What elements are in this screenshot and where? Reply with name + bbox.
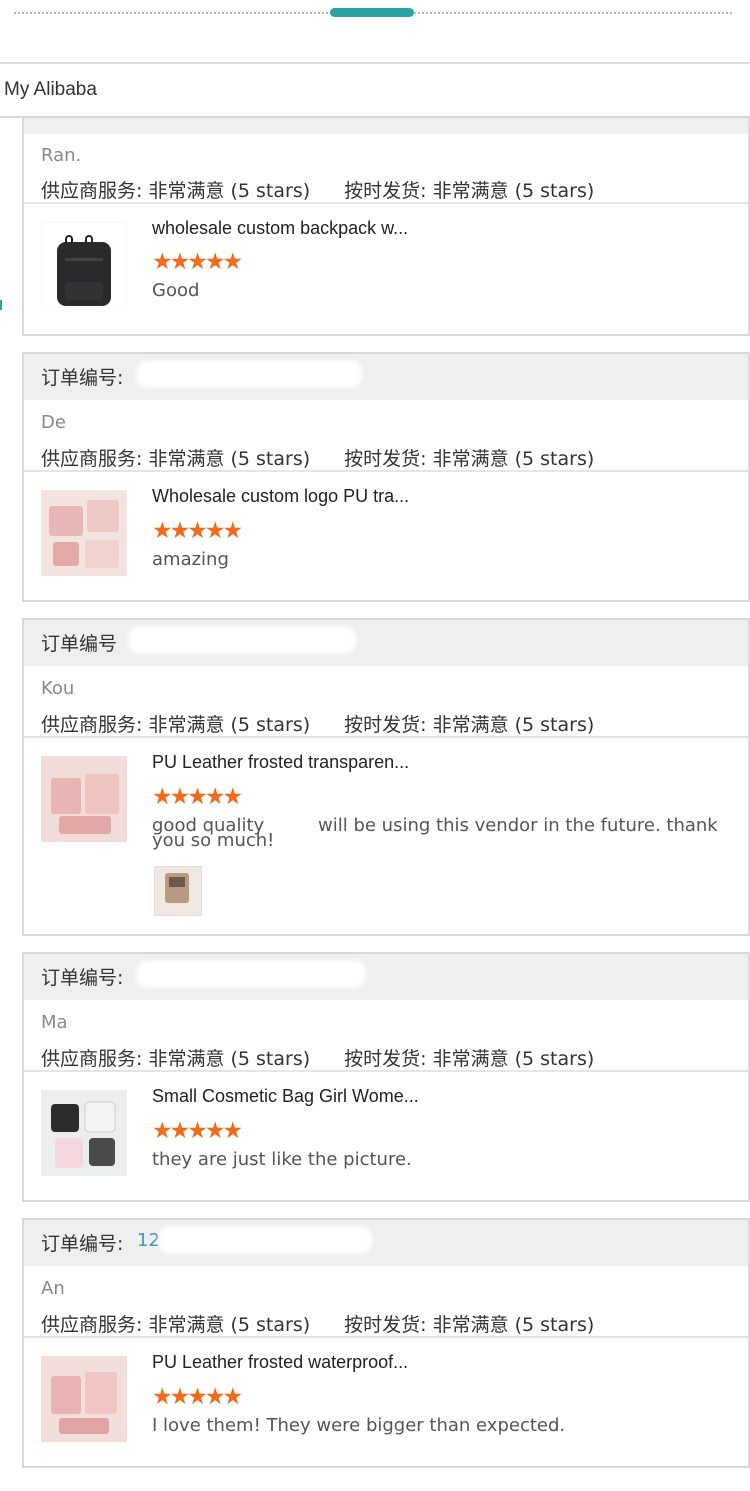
supplier-service-rating: 供应商服务: 非常满意 (5 stars)	[41, 714, 311, 736]
order-number-label: 订单编号	[41, 633, 118, 655]
rating-summary: 供应商服务: 非常满意 (5 stars) 按时发货: 非常满意 (5 stars…	[41, 1044, 594, 1071]
product-name[interactable]: Wholesale custom logo PU tra...	[152, 486, 409, 507]
product-thumbnail[interactable]	[41, 490, 127, 576]
product-name[interactable]: Small Cosmetic Bag Girl Wome...	[152, 1086, 419, 1107]
divider	[24, 470, 748, 472]
divider	[24, 202, 748, 204]
review-comment-part-3: you so much!	[152, 830, 275, 851]
review-comment: I love them! They were bigger than expec…	[152, 1415, 566, 1436]
star-rating: ★★★★★	[152, 249, 243, 275]
page-header: My Alibaba	[0, 64, 750, 118]
review-comment: they are just like the picture.	[152, 1149, 412, 1170]
review-card: Ran. 供应商服务: 非常满意 (5 stars) 按时发货: 非常满意 (5 …	[22, 118, 750, 336]
redaction	[136, 360, 362, 388]
on-time-rating: 按时发货: 非常满意 (5 stars)	[344, 180, 595, 202]
redaction	[158, 1226, 372, 1254]
review-comment: Good	[152, 280, 200, 301]
rating-summary: 供应商服务: 非常满意 (5 stars) 按时发货: 非常满意 (5 stars…	[41, 176, 594, 203]
product-thumbnail[interactable]	[41, 1090, 127, 1176]
left-accent-mark	[0, 300, 2, 310]
star-rating: ★★★★★	[152, 518, 243, 544]
star-rating: ★★★★★	[152, 1384, 243, 1410]
review-card: 订单编号: 12 An 供应商服务: 非常满意 (5 stars) 按时发货: 非…	[22, 1218, 750, 1468]
review-card: 订单编号 Kou 供应商服务: 非常满意 (5 stars) 按时发货: 非常满意…	[22, 618, 750, 936]
order-number-label: 订单编号:	[41, 967, 124, 989]
card-header	[24, 118, 748, 134]
on-time-rating: 按时发货: 非常满意 (5 stars)	[344, 1048, 595, 1070]
card-header: 订单编号:	[24, 354, 748, 400]
review-photo[interactable]	[154, 866, 202, 916]
buyer-name: Kou	[41, 678, 75, 699]
left-rail	[0, 118, 22, 1491]
supplier-service-rating: 供应商服务: 非常满意 (5 stars)	[41, 1048, 311, 1070]
review-card: 订单编号: Ma 供应商服务: 非常满意 (5 stars) 按时发货: 非常满意…	[22, 952, 750, 1202]
card-header: 订单编号	[24, 620, 748, 666]
rating-summary: 供应商服务: 非常满意 (5 stars) 按时发货: 非常满意 (5 stars…	[41, 444, 594, 471]
product-name[interactable]: PU Leather frosted waterproof...	[152, 1352, 408, 1373]
buyer-name: Ran.	[41, 145, 82, 166]
star-rating: ★★★★★	[152, 1118, 243, 1144]
card-header: 订单编号: 12	[24, 1220, 748, 1266]
buyer-name: An	[41, 1278, 65, 1299]
rating-summary: 供应商服务: 非常满意 (5 stars) 按时发货: 非常满意 (5 stars…	[41, 710, 594, 737]
supplier-service-rating: 供应商服务: 非常满意 (5 stars)	[41, 180, 311, 202]
divider	[24, 736, 748, 738]
product-name[interactable]: wholesale custom backpack w...	[152, 218, 408, 239]
divider	[24, 1336, 748, 1338]
review-comment: amazing	[152, 549, 229, 570]
order-number-value[interactable]: 12	[137, 1230, 160, 1251]
order-number-label: 订单编号:	[41, 1233, 124, 1255]
card-header: 订单编号:	[24, 954, 748, 1000]
rating-summary: 供应商服务: 非常满意 (5 stars) 按时发货: 非常满意 (5 stars…	[41, 1310, 594, 1337]
on-time-rating: 按时发货: 非常满意 (5 stars)	[344, 714, 595, 736]
redaction	[128, 626, 356, 654]
review-card: 订单编号: De 供应商服务: 非常满意 (5 stars) 按时发货: 非常满意…	[22, 352, 750, 602]
product-thumbnail[interactable]	[41, 1356, 127, 1442]
product-name[interactable]: PU Leather frosted transparen...	[152, 752, 409, 773]
supplier-service-rating: 供应商服务: 非常满意 (5 stars)	[41, 1314, 311, 1336]
sheet-top-bar	[0, 0, 750, 62]
supplier-service-rating: 供应商服务: 非常满意 (5 stars)	[41, 448, 311, 470]
buyer-name: Ma	[41, 1012, 68, 1033]
product-thumbnail[interactable]	[40, 221, 128, 309]
on-time-rating: 按时发货: 非常满意 (5 stars)	[344, 448, 595, 470]
order-number-label: 订单编号:	[41, 367, 124, 389]
on-time-rating: 按时发货: 非常满意 (5 stars)	[344, 1314, 595, 1336]
redaction	[136, 960, 366, 988]
product-thumbnail[interactable]	[41, 756, 127, 842]
divider	[24, 1070, 748, 1072]
drag-handle[interactable]	[330, 8, 414, 17]
star-rating: ★★★★★	[152, 784, 243, 810]
buyer-name: De	[41, 412, 66, 433]
review-comment-part-2: will be using this vendor in the future.…	[318, 815, 718, 836]
page-title: My Alibaba	[4, 79, 97, 100]
